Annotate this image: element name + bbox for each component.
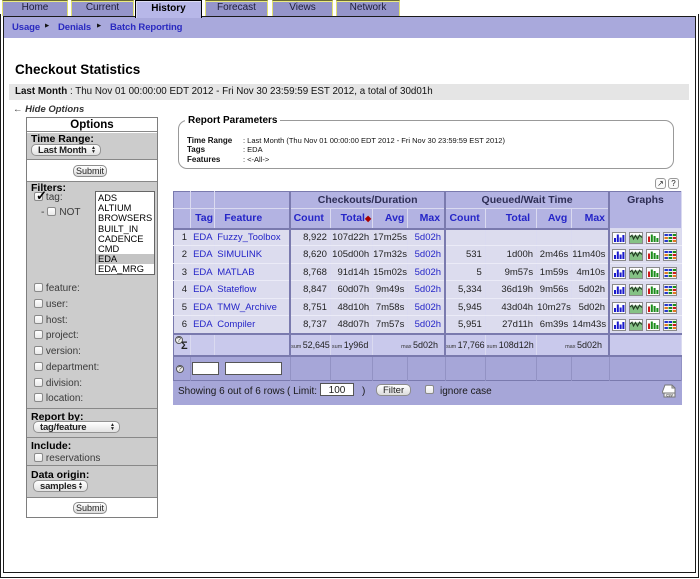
svg-text:csv: csv [666,393,674,398]
